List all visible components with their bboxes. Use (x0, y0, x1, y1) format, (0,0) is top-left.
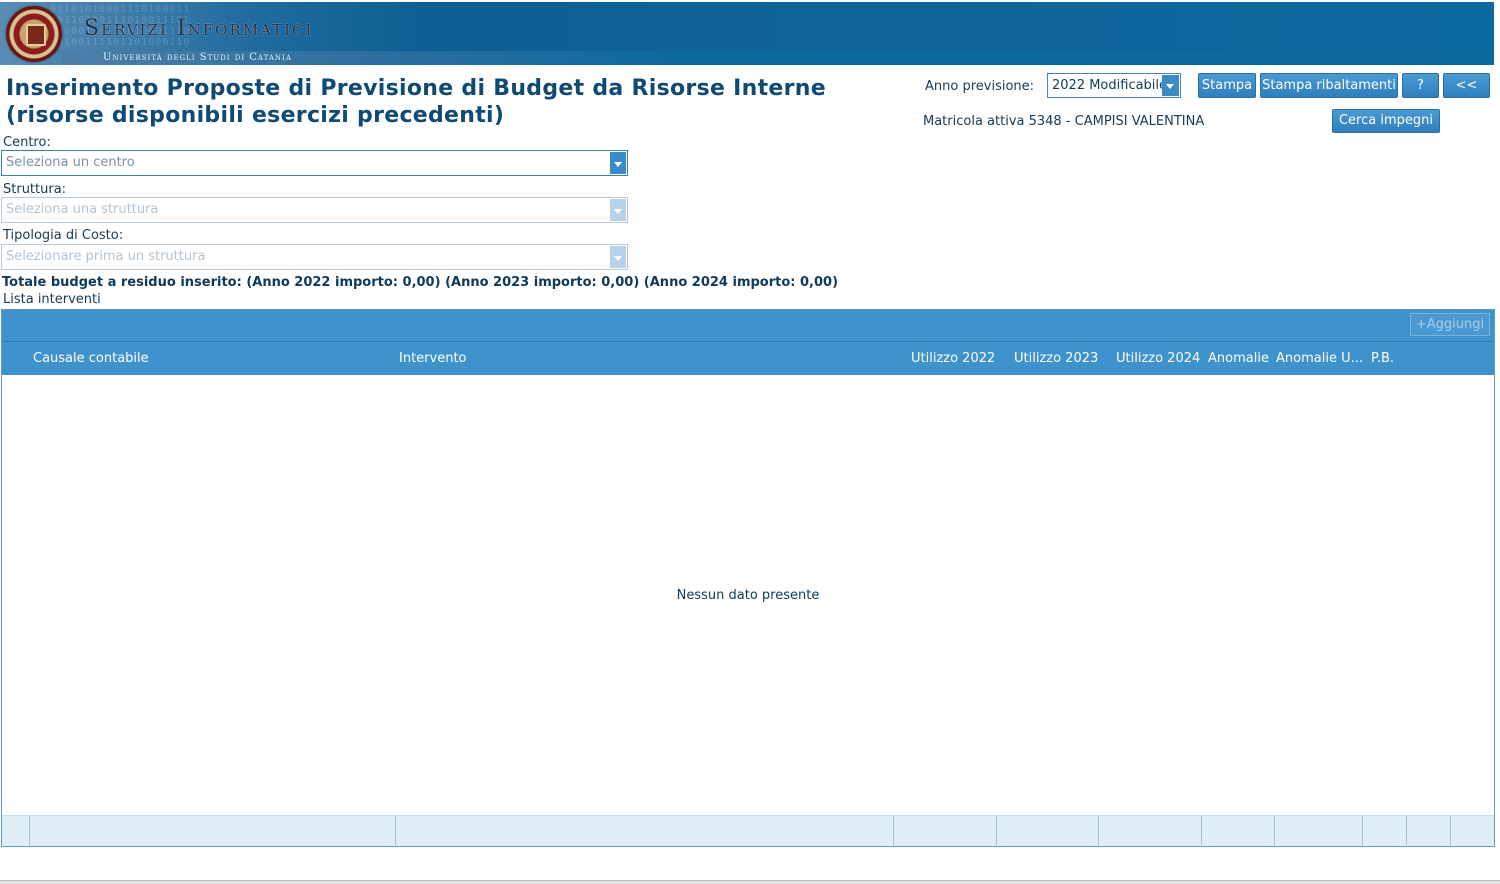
chevron-down-icon[interactable] (610, 199, 626, 221)
interventi-grid: +Aggiungi Causale contabile Intervento U… (1, 309, 1495, 847)
struttura-placeholder: Seleziona una struttura (6, 202, 159, 217)
footer-divider (1098, 816, 1099, 847)
footer-divider (1450, 816, 1451, 847)
stampa-ribaltamenti-button[interactable]: Stampa ribaltamenti (1260, 73, 1398, 98)
column-intervento[interactable]: Intervento (399, 351, 467, 366)
column-pb[interactable]: P.B. (1371, 351, 1394, 366)
column-utilizzo-2022[interactable]: Utilizzo 2022 (911, 351, 995, 366)
back-button[interactable]: << (1443, 73, 1490, 98)
chevron-down-icon[interactable] (610, 246, 626, 268)
lista-interventi-label: Lista interventi (3, 292, 101, 307)
column-utilizzo-2023[interactable]: Utilizzo 2023 (1014, 351, 1098, 366)
footer-divider (395, 816, 396, 847)
anno-previsione-select[interactable]: 2022 Modificabile (1047, 73, 1181, 98)
footer-divider (1362, 816, 1363, 847)
stampa-button[interactable]: Stampa (1198, 73, 1256, 98)
empty-message: Nessun dato presente (676, 588, 820, 603)
column-anomalie-u[interactable]: Anomalie U... (1276, 351, 1363, 366)
page-title: Inserimento Proposte di Previsione di Bu… (6, 76, 826, 128)
struttura-select[interactable]: Seleziona una struttura (1, 197, 628, 223)
footer-divider (1274, 816, 1275, 847)
chevron-down-icon[interactable] (1162, 75, 1179, 96)
footer-divider (29, 816, 30, 847)
tipologia-label: Tipologia di Costo: (3, 228, 124, 243)
struttura-label: Struttura: (3, 182, 67, 197)
footer-divider (1406, 816, 1407, 847)
university-seal-icon (6, 6, 62, 62)
centro-label: Centro: (3, 135, 51, 150)
footer-divider (996, 816, 997, 847)
help-button[interactable]: ? (1402, 73, 1439, 98)
chevron-down-icon[interactable] (610, 152, 626, 174)
centro-select[interactable]: Seleziona un centro (1, 150, 628, 176)
tipologia-placeholder: Selezionare prima un struttura (6, 249, 206, 264)
anno-previsione-label: Anno previsione: (925, 79, 1035, 94)
grid-header: Causale contabile Intervento Utilizzo 20… (2, 342, 1494, 375)
cerca-impegni-button[interactable]: Cerca impegni (1332, 109, 1440, 133)
footer-divider (1201, 816, 1202, 847)
grid-toolbar: +Aggiungi (2, 310, 1494, 342)
column-utilizzo-2024[interactable]: Utilizzo 2024 (1116, 351, 1200, 366)
tipologia-select[interactable]: Selezionare prima un struttura (1, 244, 628, 270)
column-anomalie[interactable]: Anomalie (1208, 351, 1269, 366)
aggiungi-button[interactable]: +Aggiungi (1410, 313, 1490, 336)
centro-placeholder: Seleziona un centro (6, 155, 135, 170)
banner-subtitle: Università degli Studi di Catania (103, 52, 292, 63)
column-causale-contabile[interactable]: Causale contabile (33, 351, 149, 366)
footer-divider (893, 816, 894, 847)
banner-title: Servizi Informatici (84, 16, 314, 41)
matricola-attiva: Matricola attiva 5348 - CAMPISI VALENTIN… (923, 114, 1205, 129)
status-bar (0, 880, 1500, 884)
anno-previsione-value: 2022 Modificabile (1052, 78, 1168, 93)
grid-footer (2, 815, 1494, 847)
totale-budget: Totale budget a residuo inserito: (Anno … (2, 275, 839, 290)
header-banner: 01101010001110100011 1011010011101001110… (0, 2, 1494, 65)
